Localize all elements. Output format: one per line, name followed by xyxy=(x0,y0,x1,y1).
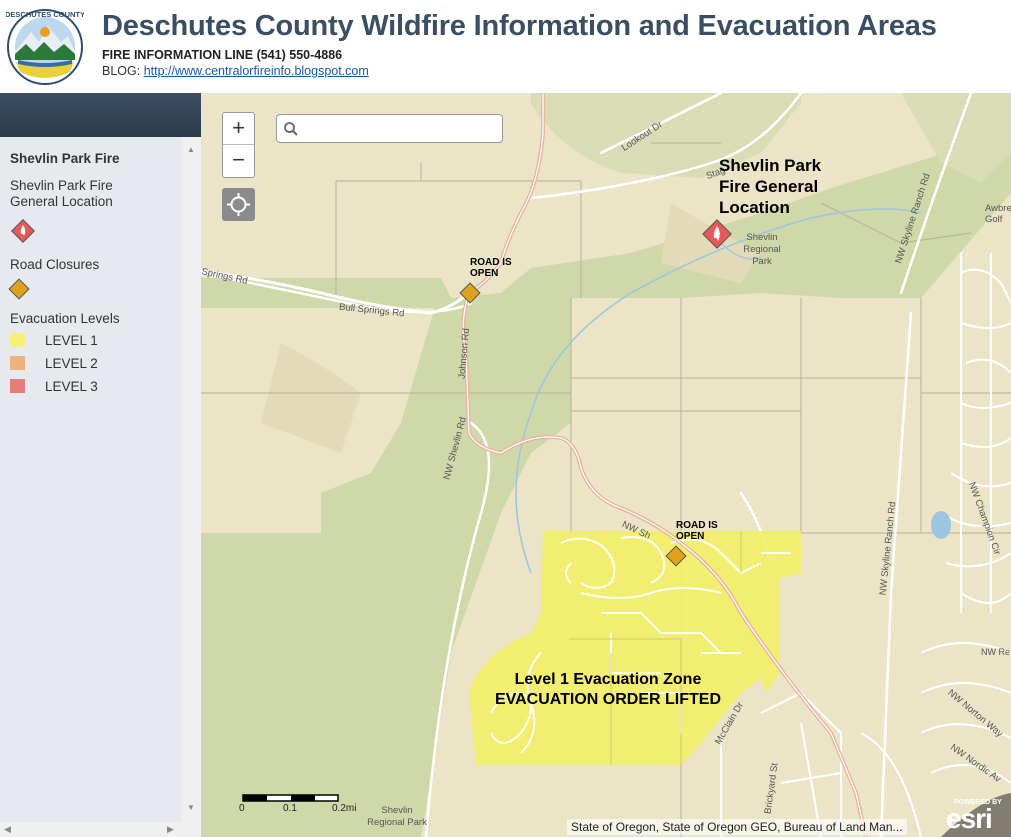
search-input[interactable] xyxy=(301,118,495,140)
scale-label-02: 0.2mi xyxy=(332,803,357,814)
road-open-1-line-2: OPEN xyxy=(470,268,499,279)
blog-link[interactable]: http://www.centralorfireinfo.blogspot.co… xyxy=(144,64,369,78)
blog-line: BLOG: http://www.centralorfireinfo.blogs… xyxy=(102,64,369,78)
level-3-swatch xyxy=(10,379,25,393)
fire-location-label: Shevlin Park Fire General Location xyxy=(719,155,821,218)
road-open-1-line-1: ROAD IS xyxy=(470,257,512,268)
zoom-out-button[interactable]: − xyxy=(223,144,254,176)
svg-text:DESCHUTES COUNTY: DESCHUTES COUNTY xyxy=(6,10,84,19)
map-view[interactable]: Lookout Dr Stag Shevlin Regional Park Sp… xyxy=(201,93,1011,837)
road-open-label-1: ROAD IS OPEN xyxy=(470,257,512,279)
legend-fire-location-label: Shevlin Park Fire General Location xyxy=(10,178,113,209)
county-logo: DESCHUTES COUNTY xyxy=(5,4,85,86)
road-closure-icon xyxy=(8,278,30,305)
scroll-right-arrow-icon[interactable]: ▶ xyxy=(167,824,174,835)
legend-road-closures-label: Road Closures xyxy=(10,257,100,272)
sidebar-header-bar xyxy=(0,93,201,137)
legend-horizontal-scrollbar[interactable]: ◀ ▶ xyxy=(0,822,201,837)
fire-label-line-1: Shevlin Park xyxy=(719,156,822,175)
evac-zone-line-1: Level 1 Evacuation Zone xyxy=(514,671,702,688)
legend-panel: Shevlin Park Fire Shevlin Park Fire Gene… xyxy=(0,137,182,822)
fire-label-line-3: Location xyxy=(719,198,790,217)
scroll-down-arrow-icon[interactable]: ▼ xyxy=(187,803,195,812)
park-label-top: Shevlin Regional Park xyxy=(743,232,781,267)
legend-scrollbar[interactable]: ▲ ▼ xyxy=(182,137,201,822)
park-label-bottom: Shevlin Regional Park xyxy=(367,805,427,828)
level-2-label: LEVEL 2 xyxy=(45,356,98,371)
level-3-label: LEVEL 3 xyxy=(45,379,98,394)
legend-layer-title: Shevlin Park Fire xyxy=(10,151,120,166)
blog-label: BLOG: xyxy=(102,64,144,78)
crosshair-icon xyxy=(227,193,250,216)
level-1-label: LEVEL 1 xyxy=(45,333,98,348)
level-1-swatch xyxy=(10,333,25,347)
esri-wordmark: esri xyxy=(946,803,993,834)
legend-evac-title: Evacuation Levels xyxy=(10,311,120,326)
road-open-label-2: ROAD IS OPEN xyxy=(676,520,718,542)
scale-label-0: 0 xyxy=(239,803,245,814)
zoom-in-button[interactable]: + xyxy=(223,113,254,144)
fire-location-icon xyxy=(10,218,36,248)
zoom-control: + − xyxy=(222,112,255,178)
basemap xyxy=(201,93,1011,837)
search-box[interactable] xyxy=(276,114,503,143)
scroll-left-arrow-icon[interactable]: ◀ xyxy=(4,824,11,835)
scroll-up-arrow-icon[interactable]: ▲ xyxy=(187,145,195,154)
road-open-2-line-1: ROAD IS xyxy=(676,520,718,531)
road-open-2-line-2: OPEN xyxy=(676,531,705,542)
street-label-awbrey: Awbre Golf xyxy=(985,203,1011,225)
fire-label-line-2: Fire General xyxy=(719,177,819,196)
street-label-nw-re: NW Re xyxy=(981,647,1010,657)
evac-zone-line-2: EVACUATION ORDER LIFTED xyxy=(494,691,722,708)
search-icon xyxy=(284,122,298,136)
locate-button[interactable] xyxy=(222,188,255,221)
page-title: Deschutes County Wildfire Information an… xyxy=(102,10,937,42)
evac-zone-label: Level 1 Evacuation Zone EVACUATION ORDER… xyxy=(477,670,739,710)
map-attribution: State of Oregon, State of Oregon GEO, Bu… xyxy=(567,819,907,835)
app-header: DESCHUTES COUNTY Deschutes County Wildfi… xyxy=(0,0,1011,93)
level-2-swatch xyxy=(10,356,25,370)
fire-info-line: FIRE INFORMATION LINE (541) 550-4886 xyxy=(102,48,343,62)
scale-label-01: 0.1 xyxy=(283,803,297,814)
